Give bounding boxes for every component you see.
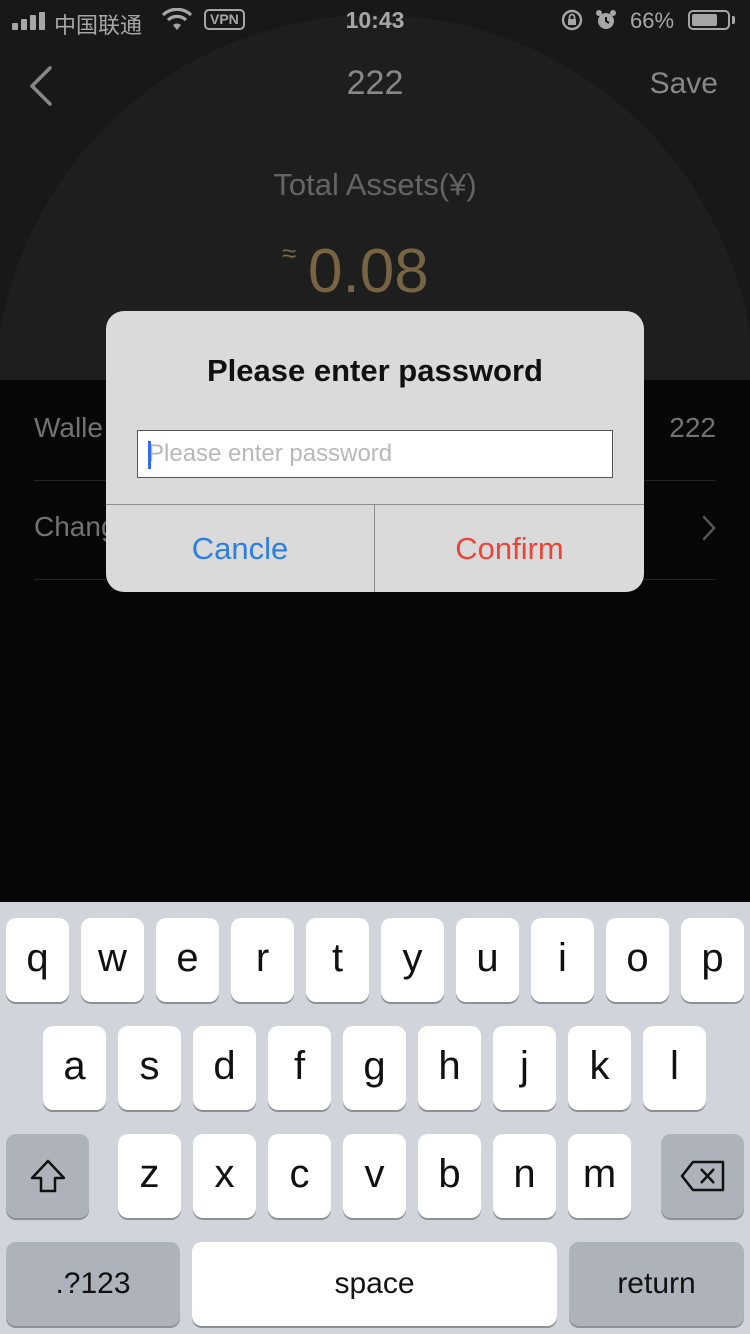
return-key[interactable]: return: [569, 1242, 744, 1326]
password-dialog: Please enter password Cancle Confirm: [106, 311, 644, 592]
dialog-title: Please enter password: [207, 353, 543, 388]
space-key[interactable]: space: [192, 1242, 557, 1326]
key-w[interactable]: w: [81, 918, 144, 1002]
key-z[interactable]: z: [118, 1134, 181, 1218]
password-input[interactable]: [137, 430, 613, 478]
backspace-icon: [680, 1160, 724, 1192]
key-t[interactable]: t: [306, 918, 369, 1002]
key-e[interactable]: e: [156, 918, 219, 1002]
key-s[interactable]: s: [118, 1026, 181, 1110]
key-x[interactable]: x: [193, 1134, 256, 1218]
key-m[interactable]: m: [568, 1134, 631, 1218]
key-p[interactable]: p: [681, 918, 744, 1002]
numbers-key[interactable]: .?123: [6, 1242, 180, 1326]
key-j[interactable]: j: [493, 1026, 556, 1110]
key-d[interactable]: d: [193, 1026, 256, 1110]
key-l[interactable]: l: [643, 1026, 706, 1110]
key-h[interactable]: h: [418, 1026, 481, 1110]
confirm-button[interactable]: Confirm: [375, 505, 644, 592]
key-g[interactable]: g: [343, 1026, 406, 1110]
key-f[interactable]: f: [268, 1026, 331, 1110]
key-o[interactable]: o: [606, 918, 669, 1002]
key-c[interactable]: c: [268, 1134, 331, 1218]
key-b[interactable]: b: [418, 1134, 481, 1218]
shift-icon: [30, 1159, 65, 1193]
screen: 中国联通 VPN 10:43 66% 222 Save Total Assets…: [0, 0, 750, 1334]
text-cursor: [148, 441, 151, 469]
key-r[interactable]: r: [231, 918, 294, 1002]
dialog-actions: Cancle Confirm: [106, 504, 644, 592]
key-v[interactable]: v: [343, 1134, 406, 1218]
key-y[interactable]: y: [381, 918, 444, 1002]
shift-key[interactable]: [6, 1134, 89, 1218]
key-u[interactable]: u: [456, 918, 519, 1002]
key-a[interactable]: a: [43, 1026, 106, 1110]
cancel-button[interactable]: Cancle: [106, 505, 375, 592]
key-n[interactable]: n: [493, 1134, 556, 1218]
delete-key[interactable]: [661, 1134, 744, 1218]
key-k[interactable]: k: [568, 1026, 631, 1110]
keyboard: q w e r t y u i o p a s d f g h j k l z …: [0, 902, 750, 1334]
key-i[interactable]: i: [531, 918, 594, 1002]
key-q[interactable]: q: [6, 918, 69, 1002]
